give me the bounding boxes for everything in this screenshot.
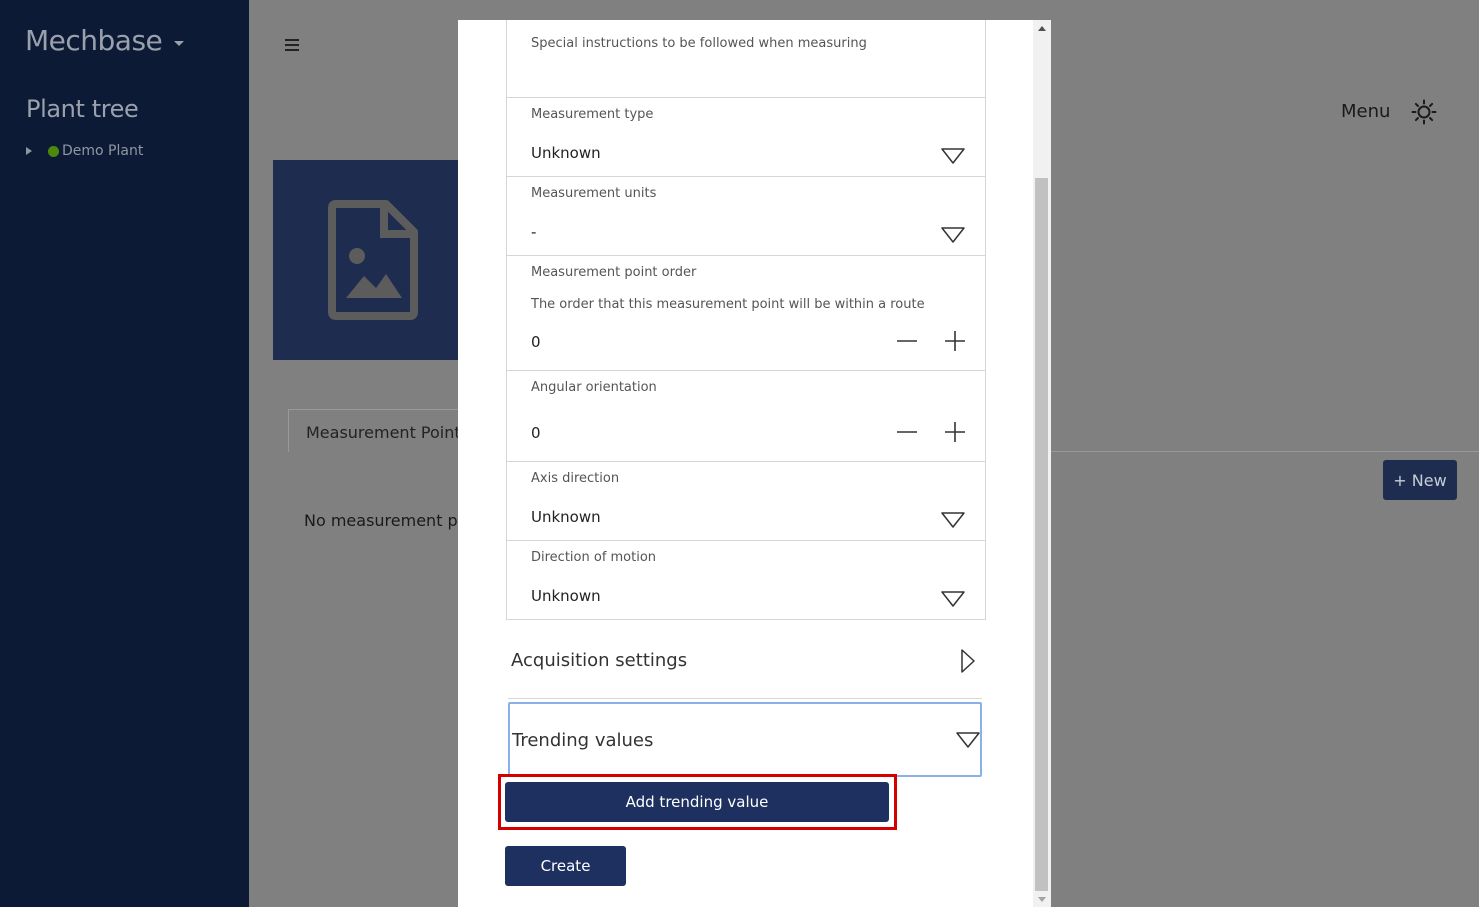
measurement-units-value: - — [531, 223, 537, 241]
increment-icon[interactable] — [944, 421, 966, 443]
chevron-down-icon[interactable] — [956, 732, 980, 748]
measurement-units-select[interactable]: Measurement units - — [506, 177, 986, 256]
increment-icon[interactable] — [944, 330, 966, 352]
create-button[interactable]: Create — [505, 846, 626, 886]
tab-measurement-points[interactable]: Measurement Points — [288, 409, 468, 452]
tree-title: Plant tree — [26, 95, 139, 123]
empty-state-message: No measurement poi — [304, 511, 472, 530]
direction-of-motion-label: Direction of motion — [531, 550, 657, 565]
scroll-up-arrow-icon[interactable] — [1038, 26, 1046, 31]
create-measurement-point-modal: Special instructions to be followed when… — [458, 20, 1051, 907]
angular-orientation-field: Angular orientation 0 — [506, 371, 986, 462]
menu-button[interactable]: Menu — [1341, 101, 1390, 122]
chevron-right-icon[interactable] — [960, 648, 976, 674]
angular-orientation-label: Angular orientation — [531, 380, 657, 395]
measurement-units-label: Measurement units — [531, 186, 657, 201]
axis-direction-label: Axis direction — [531, 471, 620, 486]
measurement-point-order-field: Measurement point order The order that t… — [506, 256, 986, 371]
chevron-down-icon[interactable] — [941, 512, 965, 528]
direction-of-motion-value: Unknown — [531, 587, 601, 605]
measurement-type-label: Measurement type — [531, 107, 654, 122]
angular-orientation-input[interactable]: 0 — [531, 424, 541, 442]
accordion-divider — [508, 698, 982, 699]
special-instructions-field[interactable]: Special instructions to be followed when… — [506, 20, 986, 98]
brand-name: Mechbase — [25, 24, 163, 57]
add-trending-value-button[interactable]: Add trending value — [505, 782, 889, 822]
measurement-point-order-label: Measurement point order — [531, 265, 697, 280]
tree-item-demo-plant[interactable]: Demo Plant — [26, 143, 143, 159]
decrement-icon[interactable] — [896, 330, 918, 352]
scroll-down-arrow-icon[interactable] — [1038, 897, 1046, 902]
measurement-point-order-input[interactable]: 0 — [531, 333, 541, 351]
modal-scrollbar[interactable] — [1033, 20, 1051, 907]
asset-image-placeholder — [273, 160, 473, 360]
chevron-down-icon[interactable] — [941, 591, 965, 607]
chevron-down-icon[interactable] — [941, 227, 965, 243]
trending-values-label: Trending values — [512, 730, 654, 751]
axis-direction-select[interactable]: Axis direction Unknown — [506, 462, 986, 541]
hamburger-menu-icon[interactable] — [285, 39, 299, 51]
brand-menu[interactable]: Mechbase — [25, 24, 185, 57]
direction-of-motion-select[interactable]: Direction of motion Unknown — [506, 541, 986, 620]
axis-direction-value: Unknown — [531, 508, 601, 526]
tab-divider — [1050, 451, 1479, 452]
measurement-type-select[interactable]: Measurement type Unknown — [506, 98, 986, 177]
expand-arrow-icon[interactable] — [26, 147, 32, 155]
chevron-down-icon[interactable] — [941, 148, 965, 164]
measurement-point-order-description: The order that this measurement point wi… — [531, 297, 925, 312]
acquisition-settings-accordion[interactable]: Acquisition settings — [506, 648, 986, 678]
tree-item-label: Demo Plant — [62, 143, 144, 159]
trending-values-accordion[interactable]: Trending values — [508, 702, 982, 777]
status-dot-icon — [48, 145, 59, 157]
decrement-icon[interactable] — [896, 421, 918, 443]
scrollbar-thumb[interactable] — [1035, 178, 1048, 891]
special-instructions-description: Special instructions to be followed when… — [531, 36, 867, 51]
sidebar: Mechbase Plant tree Demo Plant — [0, 0, 249, 907]
new-button[interactable]: + New — [1383, 460, 1457, 500]
measurement-type-value: Unknown — [531, 144, 601, 162]
image-file-icon — [328, 200, 418, 320]
acquisition-settings-label: Acquisition settings — [511, 650, 688, 671]
theme-toggle-sun-icon[interactable] — [1411, 99, 1437, 125]
caret-down-icon — [174, 41, 185, 46]
